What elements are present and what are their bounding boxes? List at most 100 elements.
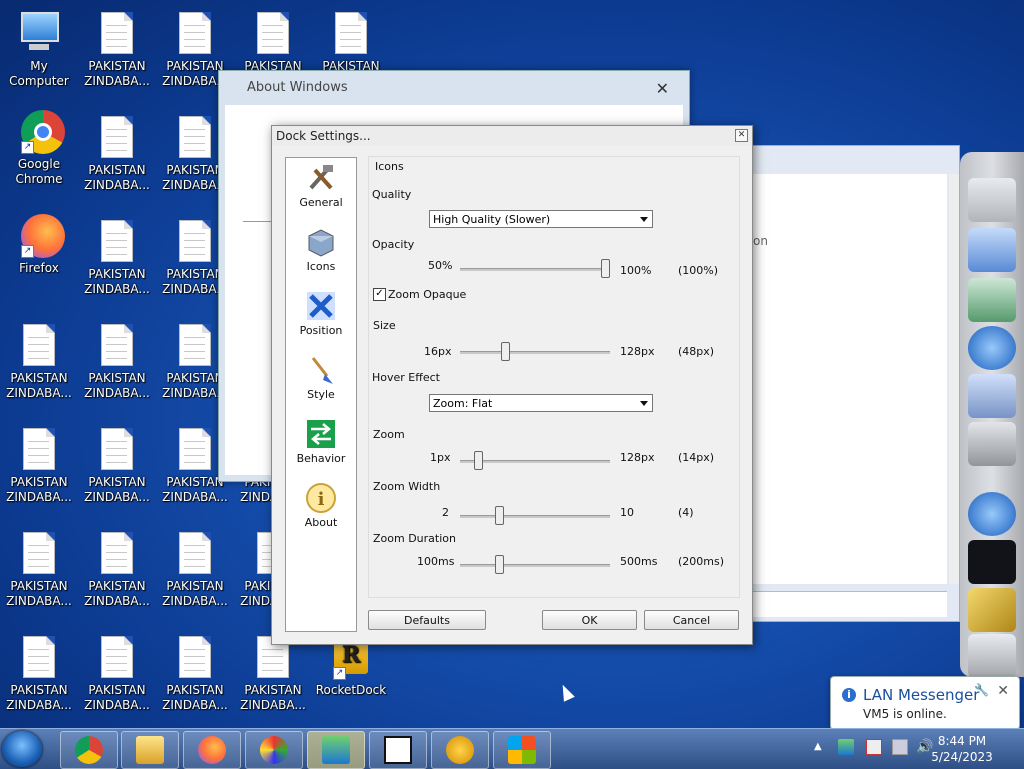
close-icon[interactable]: ✕ bbox=[656, 79, 669, 98]
dock-settings-dialog: Dock Settings... ✕ General Icons Positio… bbox=[271, 125, 753, 645]
scrollbar[interactable] bbox=[949, 174, 959, 584]
size-label: Size bbox=[373, 319, 396, 332]
taskbar-clock[interactable]: 8:44 PM 5/24/2023 bbox=[924, 733, 1000, 765]
text-document-icon bbox=[99, 116, 135, 160]
sidebar-item-about[interactable]: i About bbox=[286, 482, 356, 529]
text-document-icon bbox=[21, 324, 57, 368]
desktop-icon-document[interactable]: PAKISTAN ZINDABA... bbox=[156, 636, 234, 713]
zoom-width-slider-track[interactable] bbox=[460, 515, 610, 518]
zoom-width-value: (4) bbox=[678, 506, 694, 519]
taskbar-explorer[interactable] bbox=[121, 731, 179, 769]
desktop-icon-document[interactable]: PAKISTAN ZINDABA... bbox=[78, 636, 156, 713]
size-value: (48px) bbox=[678, 345, 715, 358]
taskbar-7zip[interactable] bbox=[369, 731, 427, 769]
desktop-icon-document[interactable]: PAKISTAN ZINDABA... bbox=[78, 532, 156, 609]
dock-folder-icon[interactable] bbox=[968, 278, 1016, 322]
close-icon[interactable]: ✕ bbox=[735, 129, 748, 142]
desktop-icon-document[interactable]: PAKISTAN ZINDABA... bbox=[0, 532, 78, 609]
zoom-min: 1px bbox=[430, 451, 451, 464]
lan-messenger-notification[interactable]: i LAN Messenger VM5 is online. 🔧 ✕ bbox=[830, 676, 1020, 730]
svg-text:i: i bbox=[318, 489, 325, 510]
zoom-duration-slider-thumb[interactable] bbox=[495, 555, 505, 574]
dock-computer-icon[interactable] bbox=[968, 178, 1016, 222]
size-min: 16px bbox=[424, 345, 452, 358]
taskbar-chrome[interactable] bbox=[60, 731, 118, 769]
desktop-icon-firefox[interactable]: ↗ Firefox bbox=[0, 214, 78, 276]
dropdown-arrow-icon bbox=[640, 217, 648, 222]
quality-select[interactable]: High Quality (Slower) bbox=[429, 210, 653, 228]
info-icon: i bbox=[842, 688, 856, 702]
text-document-icon bbox=[99, 324, 135, 368]
size-slider-thumb[interactable] bbox=[500, 342, 510, 361]
dock-pictures-folder-icon[interactable] bbox=[968, 374, 1016, 418]
desktop-icon-document[interactable]: PAKISTAN ZINDABA... bbox=[78, 324, 156, 401]
zoom-opaque-checkbox[interactable]: ✓ bbox=[373, 288, 386, 301]
clock-time: 8:44 PM bbox=[937, 734, 987, 748]
dock-network-globe-icon[interactable] bbox=[968, 326, 1016, 370]
text-document-icon bbox=[177, 428, 213, 472]
desktop-icon-document[interactable]: PAKISTAN ZINDABA... bbox=[0, 428, 78, 505]
start-button[interactable] bbox=[2, 731, 42, 767]
shortcut-arrow-icon: ↗ bbox=[21, 141, 34, 154]
opacity-min: 50% bbox=[428, 259, 453, 272]
windows-logo-icon bbox=[508, 736, 536, 764]
cancel-button[interactable]: Cancel bbox=[644, 610, 739, 630]
defaults-button[interactable]: Defaults bbox=[368, 610, 486, 630]
taskbar-windows[interactable] bbox=[493, 731, 551, 769]
dock-wand-icon[interactable] bbox=[968, 588, 1016, 632]
taskbar-firefox[interactable] bbox=[183, 731, 241, 769]
sidebar-item-general[interactable]: General bbox=[286, 162, 356, 209]
hover-effect-select[interactable]: Zoom: Flat bbox=[429, 394, 653, 412]
background-window[interactable]: on bbox=[752, 145, 960, 622]
sidebar-item-icons[interactable]: Icons bbox=[286, 226, 356, 273]
text-document-icon bbox=[99, 220, 135, 264]
text-document-icon bbox=[99, 428, 135, 472]
desktop-icon-document[interactable]: PAKISTAN ZINDABA... bbox=[234, 636, 312, 713]
paint-palette-icon bbox=[260, 736, 288, 764]
dock-documents-folder-icon[interactable] bbox=[968, 228, 1016, 272]
dock-recycle-bin-icon[interactable] bbox=[968, 634, 1016, 678]
desktop-icon-document[interactable]: PAKISTAN ZINDABA... bbox=[78, 220, 156, 297]
taskbar-lan-messenger[interactable] bbox=[307, 731, 365, 769]
desktop-icon-my-computer[interactable]: My Computer bbox=[0, 12, 78, 89]
move-arrows-icon bbox=[305, 290, 337, 322]
notification-message: VM5 is online. bbox=[863, 707, 947, 721]
shortcut-arrow-icon: ↗ bbox=[333, 667, 346, 680]
text-document-icon bbox=[177, 636, 213, 680]
dock-tools-icon[interactable] bbox=[968, 422, 1016, 466]
behavior-arrows-icon bbox=[305, 418, 337, 450]
tray-action-center-icon[interactable] bbox=[866, 739, 882, 755]
size-slider-track[interactable] bbox=[460, 351, 610, 354]
desktop-icon-document[interactable]: PAKISTAN ZINDABA... bbox=[0, 324, 78, 401]
dock-internet-globe-icon[interactable] bbox=[968, 492, 1016, 536]
ok-button[interactable]: OK bbox=[542, 610, 637, 630]
desktop-icon-rocketdock[interactable]: R ↗ RocketDock bbox=[312, 636, 390, 698]
desktop-icon-document[interactable]: PAKISTAN ZINDABA... bbox=[78, 428, 156, 505]
sidebar-item-position[interactable]: Position bbox=[286, 290, 356, 337]
wrench-icon[interactable]: 🔧 bbox=[974, 683, 989, 697]
zoom-width-slider-thumb[interactable] bbox=[495, 506, 505, 525]
sidebar-item-style[interactable]: Style bbox=[286, 354, 356, 401]
zoom-duration-slider-track[interactable] bbox=[460, 564, 610, 567]
desktop-icon-document[interactable]: PAKISTAN bbox=[312, 12, 390, 74]
dock-tshirt-icon[interactable] bbox=[968, 540, 1016, 584]
zoom-slider-thumb[interactable] bbox=[474, 451, 484, 470]
desktop-icon-document[interactable]: PAKISTAN ZINDABA... bbox=[78, 12, 156, 89]
package-icon bbox=[305, 226, 337, 258]
desktop-icon-document[interactable]: PAKISTAN ZINDABA... bbox=[78, 116, 156, 193]
desktop-icon-document[interactable]: PAKISTAN ZINDABA... bbox=[0, 636, 78, 713]
text-document-icon bbox=[177, 116, 213, 160]
taskbar-bitcoin[interactable] bbox=[431, 731, 489, 769]
sidebar-item-behavior[interactable]: Behavior bbox=[286, 418, 356, 465]
tray-lan-messenger-icon[interactable] bbox=[838, 739, 854, 755]
text-document-icon bbox=[333, 12, 369, 56]
taskbar-paint[interactable] bbox=[245, 731, 303, 769]
dialog-title: Dock Settings... bbox=[272, 126, 752, 146]
close-icon[interactable]: ✕ bbox=[997, 683, 1009, 699]
opacity-slider-thumb[interactable] bbox=[601, 259, 610, 278]
show-hidden-icons-icon[interactable]: ▲ bbox=[814, 741, 822, 752]
opacity-slider-track[interactable] bbox=[460, 268, 610, 271]
tray-network-icon[interactable] bbox=[892, 739, 908, 755]
desktop-icon-document[interactable]: PAKISTAN ZINDABA... bbox=[156, 532, 234, 609]
desktop-icon-chrome[interactable]: ↗ Google Chrome bbox=[0, 110, 78, 187]
